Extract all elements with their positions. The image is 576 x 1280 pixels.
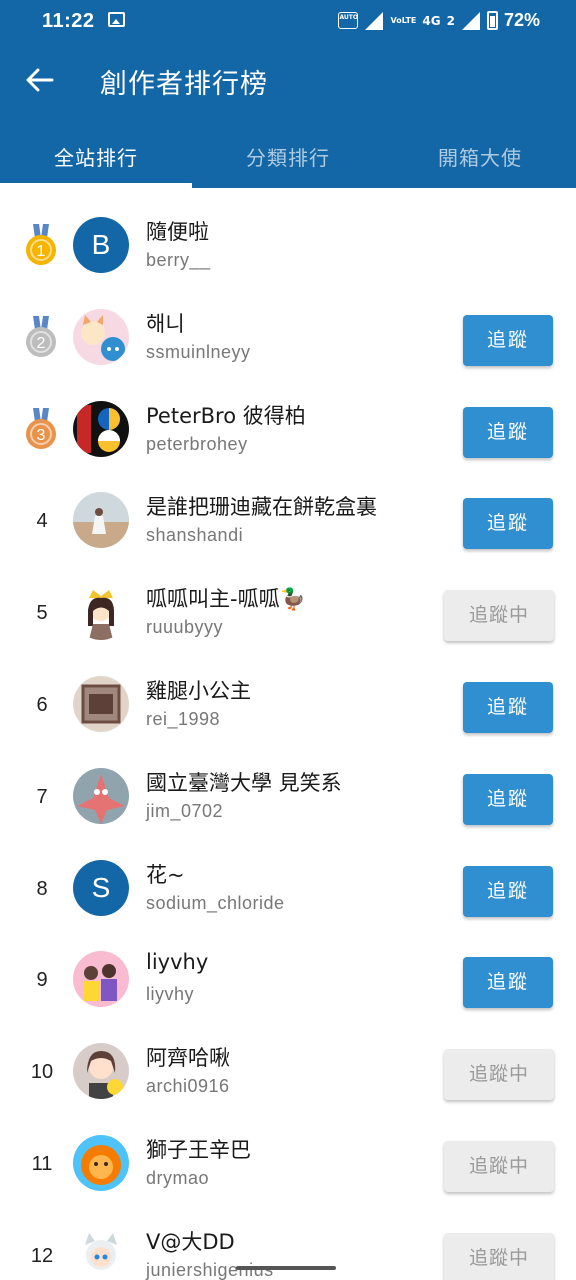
ranking-row[interactable]: 3 PeterBro 彼得柏 peterbrohey 追蹤 [0, 384, 576, 476]
creator-handle: liyvhy [146, 984, 195, 1005]
avatar[interactable] [73, 1043, 129, 1100]
signal-1-icon [365, 11, 384, 30]
rank-number: 10 [30, 1061, 54, 1084]
ranking-row[interactable]: 7 國立臺灣大學 見笑系 jim_0702 追蹤 [0, 751, 576, 843]
ranking-row[interactable]: 9 liyvhy liyvhy 追蹤 [0, 934, 576, 1026]
avatar[interactable] [73, 308, 129, 365]
ranking-row[interactable]: 6 雞腿小公主 rei_1998 追蹤 [0, 659, 576, 751]
tab-category[interactable]: 分類排行 [192, 142, 384, 171]
creator-name: 獅子王辛巴 [146, 1138, 251, 1162]
home-indicator[interactable] [236, 1266, 336, 1270]
rank-number: 12 [30, 1244, 54, 1267]
ranking-row[interactable]: 1 B 隨便啦 berry__ [0, 200, 576, 292]
tab-indicator [0, 183, 192, 188]
back-arrow-icon[interactable] [22, 62, 58, 98]
follow-button[interactable]: 追蹤 [463, 865, 553, 917]
following-button[interactable]: 追蹤中 [444, 1049, 554, 1101]
creator-name: 해니 [146, 311, 185, 336]
avatar[interactable] [73, 492, 129, 549]
follow-button[interactable]: 追蹤 [463, 682, 553, 733]
follow-button[interactable]: 追蹤 [463, 406, 553, 458]
battery-percent: 72% [503, 10, 540, 30]
ranking-row[interactable]: 4 是誰把珊迪藏在餅乾盒裏 shanshandi 追蹤 [0, 475, 576, 567]
creator-name: 隨便啦 [146, 220, 209, 244]
ranking-row[interactable]: 11 獅子王辛巴 drymao 追蹤中 [0, 1118, 576, 1210]
creator-name: V@大DD [146, 1229, 235, 1254]
following-button[interactable]: 追蹤中 [444, 1232, 554, 1280]
app-header: 11:22 AUTO VoLTE 4G 2 72% 創作者排行榜 全站排行 分類… [0, 0, 576, 188]
creator-name: 花~ [146, 862, 185, 887]
creator-handle: rei_1998 [146, 709, 221, 729]
avatar[interactable] [73, 1135, 129, 1191]
creator-handle: ruuubyyy [146, 617, 224, 638]
creator-name: liyvhy [146, 950, 209, 975]
creator-handle: archi0916 [146, 1076, 230, 1097]
follow-button[interactable]: 追蹤 [463, 957, 553, 1009]
medal-gold-icon: 1 [26, 224, 56, 265]
status-time: 11:22 [42, 10, 95, 32]
battery-icon [486, 11, 498, 30]
creator-name: 阿齊哈啾 [146, 1046, 230, 1071]
creator-name: 國立臺灣大學 見笑系 [146, 770, 342, 795]
ranking-row[interactable]: 2 해니 ssmuinlneyy 追蹤 [0, 292, 576, 384]
ranking-row[interactable]: 10 阿齊哈啾 archi0916 追蹤中 [0, 1026, 576, 1118]
medal-silver-icon: 2 [26, 315, 56, 357]
medal-bronze-icon: 3 [26, 407, 56, 449]
creator-name: PeterBro 彼得柏 [146, 403, 306, 428]
creator-handle: peterbrohey [146, 433, 248, 454]
rank-number: 4 [36, 510, 48, 533]
network-type: 4G [422, 13, 441, 28]
creator-handle: shanshandi [146, 525, 244, 546]
avatar[interactable] [73, 767, 129, 824]
rank-number: 6 [36, 694, 48, 716]
rank-number: 11 [31, 1153, 53, 1175]
following-button[interactable]: 追蹤中 [444, 590, 554, 642]
ranking-row[interactable]: 8 S 花~ sodium_chloride 追蹤 [0, 843, 576, 935]
creator-name: 雞腿小公主 [146, 679, 251, 703]
creator-handle: ssmuinlneyy [146, 341, 251, 362]
rank-number: 8 [36, 877, 48, 900]
medal-rank-number: 1 [37, 243, 46, 260]
page-title: 創作者排行榜 [100, 69, 268, 100]
auto-badge-icon: AUTO [338, 12, 359, 29]
creator-name: 呱呱叫主-呱呱🦆 [146, 587, 306, 612]
creator-name: 是誰把珊迪藏在餅乾盒裏 [146, 495, 377, 520]
creator-handle: berry__ [146, 250, 211, 270]
volte-icon: VoLTE [390, 16, 417, 25]
rank-number: 7 [36, 785, 48, 808]
avatar[interactable]: S [73, 859, 129, 916]
rank-number: 5 [36, 602, 48, 625]
follow-button[interactable]: 追蹤 [463, 498, 553, 550]
medal-rank-number: 2 [37, 335, 46, 352]
avatar[interactable] [73, 951, 129, 1008]
creator-handle: sodium_chloride [146, 892, 285, 913]
rank-number: 9 [36, 969, 48, 992]
creator-handle: drymao [146, 1168, 210, 1188]
follow-button[interactable]: 追蹤 [463, 314, 553, 366]
follow-button[interactable]: 追蹤 [463, 773, 553, 825]
avatar[interactable] [73, 400, 129, 457]
status-bar: 11:22 AUTO VoLTE 4G 2 72% [0, 0, 576, 44]
signal-2-icon [461, 11, 480, 30]
medal-rank-number: 3 [37, 427, 46, 444]
sim-badge: 2 [446, 13, 455, 28]
following-button[interactable]: 追蹤中 [444, 1141, 554, 1192]
avatar[interactable] [73, 1226, 129, 1280]
avatar[interactable] [73, 676, 129, 732]
gallery-notification-icon [108, 12, 125, 27]
ranking-row[interactable]: 5 呱呱叫主-呱呱🦆 ruuubyyy 追蹤中 [0, 567, 576, 659]
avatar[interactable] [73, 584, 129, 641]
tab-unboxing-ambassador[interactable]: 開箱大使 [384, 142, 576, 171]
avatar[interactable]: B [73, 217, 129, 273]
tab-all-site[interactable]: 全站排行 [0, 142, 192, 171]
creator-handle: jim_0702 [146, 800, 224, 821]
